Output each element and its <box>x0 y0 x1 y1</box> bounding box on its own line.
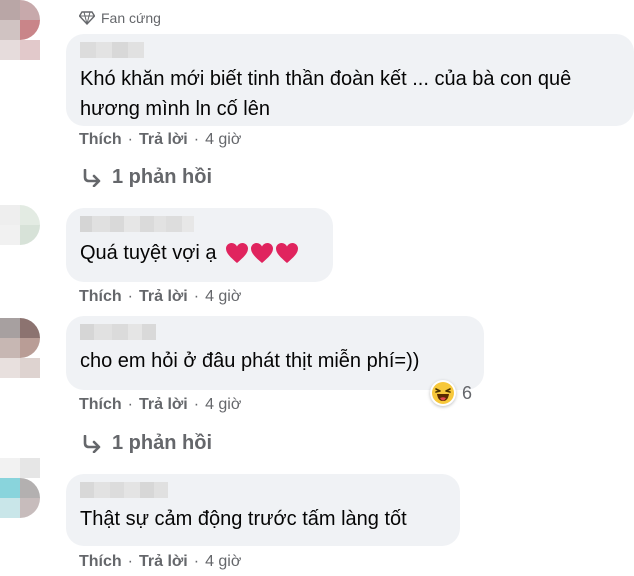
timestamp[interactable]: 4 giờ <box>205 131 241 149</box>
comment-text: Quá tuyệt vợi ạ <box>80 242 217 264</box>
hearts-emoji-group <box>225 242 299 264</box>
comment-bubble[interactable]: Khó khăn mới biết tinh thần đoàn kết ...… <box>66 34 634 126</box>
like-button[interactable]: Thích <box>79 131 122 149</box>
comment-actions: Thích · Trả lời · 4 giờ <box>79 131 241 149</box>
comment-bubble[interactable]: Thật sự cảm động trước tấm làng tốt <box>66 474 460 546</box>
separator-dot: · <box>127 288 133 305</box>
separator-dot: · <box>193 396 200 413</box>
reply-arrow-icon <box>83 434 101 453</box>
blurred-author-name[interactable] <box>80 482 446 498</box>
blurred-author-name[interactable] <box>80 216 319 232</box>
avatar-extension <box>0 458 40 478</box>
like-button[interactable]: Thích <box>79 396 122 414</box>
replies-count-label: 1 phản hồi <box>112 166 212 188</box>
comment-actions: Thích · Trả lời · 4 giờ <box>79 396 241 414</box>
separator-dot: · <box>193 288 200 305</box>
comment-text: cho em hỏi ở đâu phát thịt miễn phí=)) <box>80 350 420 372</box>
reaction-summary[interactable]: 6 <box>430 380 472 406</box>
separator-dot: · <box>127 131 133 148</box>
separator-dot: · <box>127 553 133 570</box>
timestamp[interactable]: 4 giờ <box>205 396 241 414</box>
heart-icon <box>275 243 298 263</box>
separator-dot: · <box>193 553 200 570</box>
heart-icon <box>225 243 248 263</box>
comment-text: Thật sự cảm động trước tấm làng tốt <box>80 508 407 530</box>
comment-actions: Thích · Trả lời · 4 giờ <box>79 553 241 571</box>
comment-text-line2: hương mình ln cố lên <box>80 98 270 120</box>
like-button[interactable]: Thích <box>79 288 122 306</box>
comment-text: Khó khăn mới biết tinh thần đoàn kết ...… <box>80 68 572 90</box>
reply-button[interactable]: Trả lời <box>139 396 188 414</box>
separator-dot: · <box>127 396 133 413</box>
replies-count-label: 1 phản hồi <box>112 432 212 454</box>
comment-bubble[interactable]: cho em hỏi ở đâu phát thịt miễn phí=)) <box>66 316 484 390</box>
laughing-emoji-icon <box>432 382 454 404</box>
comment-actions: Thích · Trả lời · 4 giờ <box>79 288 241 306</box>
avatar[interactable] <box>0 0 40 40</box>
like-button[interactable]: Thích <box>79 553 122 571</box>
reply-button[interactable]: Trả lời <box>139 131 188 149</box>
timestamp[interactable]: 4 giờ <box>205 288 241 306</box>
timestamp[interactable]: 4 giờ <box>205 553 241 571</box>
fan-badge-label: Fan cứng <box>101 10 161 26</box>
separator-dot: · <box>193 131 200 148</box>
reply-button[interactable]: Trả lời <box>139 553 188 571</box>
fan-badge: Fan cứng <box>79 10 161 26</box>
blurred-author-name[interactable] <box>80 324 470 340</box>
reply-button[interactable]: Trả lời <box>139 288 188 306</box>
avatar-extension <box>0 40 40 60</box>
reply-arrow-icon <box>83 168 101 187</box>
view-replies-link[interactable]: 1 phản hồi <box>82 166 212 189</box>
avatar[interactable] <box>0 205 40 245</box>
comment-bubble[interactable]: Quá tuyệt vợi ạ <box>66 208 333 282</box>
avatar[interactable] <box>0 318 40 358</box>
avatar-extension <box>0 358 40 378</box>
avatar[interactable] <box>0 478 40 518</box>
diamond-icon <box>79 11 95 25</box>
view-replies-link[interactable]: 1 phản hồi <box>82 432 212 455</box>
heart-icon <box>250 243 273 263</box>
blurred-author-name[interactable] <box>80 42 620 58</box>
reaction-count: 6 <box>462 382 473 403</box>
